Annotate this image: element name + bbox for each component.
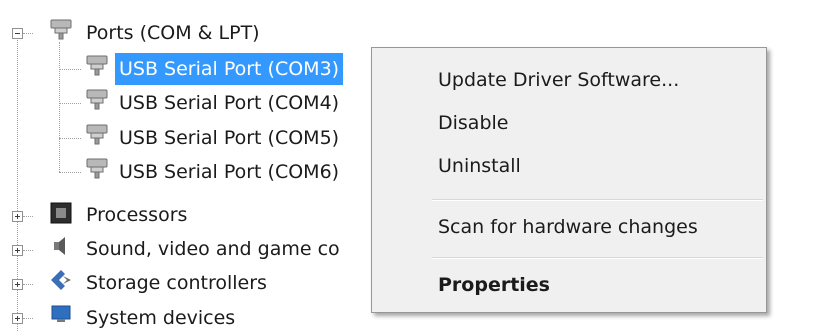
storage-controller-icon xyxy=(51,270,71,290)
tree-connector xyxy=(23,216,33,217)
tree-node-label: USB Serial Port (COM4) xyxy=(119,92,340,114)
tree-node-com3[interactable]: USB Serial Port (COM3) xyxy=(115,51,344,87)
tree-node-sound-video-game[interactable]: Sound, video and game co xyxy=(82,231,344,267)
tree-node-com4[interactable]: USB Serial Port (COM4) xyxy=(115,85,343,121)
tree-connector xyxy=(59,103,81,104)
processor-icon xyxy=(50,202,72,224)
port-connector-icon xyxy=(86,124,108,145)
tree-connector xyxy=(23,250,33,251)
menu-item-scan-hardware[interactable]: Scan for hardware changes xyxy=(438,212,698,242)
tree-node-storage-controllers[interactable]: Storage controllers xyxy=(82,265,271,301)
expand-toggle[interactable] xyxy=(12,313,23,324)
tree-node-ports[interactable]: Ports (COM & LPT) xyxy=(82,15,264,51)
tree-node-processors[interactable]: Processors xyxy=(82,197,191,233)
tree-node-label: Sound, video and game co xyxy=(86,238,340,260)
system-devices-icon xyxy=(51,305,71,322)
tree-node-label: Ports (COM & LPT) xyxy=(86,22,260,44)
tree-connector xyxy=(59,172,81,173)
tree-node-label: System devices xyxy=(86,307,236,329)
expand-toggle[interactable] xyxy=(12,211,23,222)
tree-node-com6[interactable]: USB Serial Port (COM6) xyxy=(115,154,343,190)
expand-toggle[interactable] xyxy=(12,245,23,256)
tree-connector xyxy=(23,318,33,319)
collapse-toggle[interactable] xyxy=(12,28,23,39)
menu-separator xyxy=(432,257,763,259)
tree-node-label: USB Serial Port (COM6) xyxy=(119,161,340,183)
expand-toggle[interactable] xyxy=(12,279,23,290)
tree-node-label: USB Serial Port (COM3) xyxy=(115,53,344,85)
tree-connector xyxy=(59,138,81,139)
tree-node-label: Processors xyxy=(86,204,188,226)
port-connector-icon xyxy=(86,89,108,110)
port-connector-icon xyxy=(86,158,108,179)
tree-connector xyxy=(59,69,81,70)
tree-connector xyxy=(59,42,60,172)
tree-connector xyxy=(23,33,33,34)
menu-item-disable[interactable]: Disable xyxy=(438,108,508,138)
menu-item-properties[interactable]: Properties xyxy=(438,270,550,300)
menu-separator xyxy=(432,199,763,201)
context-menu: Update Driver Software... Disable Uninst… xyxy=(371,47,767,313)
port-connector-icon xyxy=(50,19,72,40)
port-connector-icon xyxy=(86,55,108,76)
tree-node-com5[interactable]: USB Serial Port (COM5) xyxy=(115,120,343,156)
menu-item-uninstall[interactable]: Uninstall xyxy=(438,151,521,181)
speaker-icon xyxy=(54,237,65,255)
tree-node-label: USB Serial Port (COM5) xyxy=(119,127,340,149)
tree-node-label: Storage controllers xyxy=(86,272,267,294)
tree-connector xyxy=(23,284,33,285)
menu-item-update-driver[interactable]: Update Driver Software... xyxy=(438,65,679,95)
